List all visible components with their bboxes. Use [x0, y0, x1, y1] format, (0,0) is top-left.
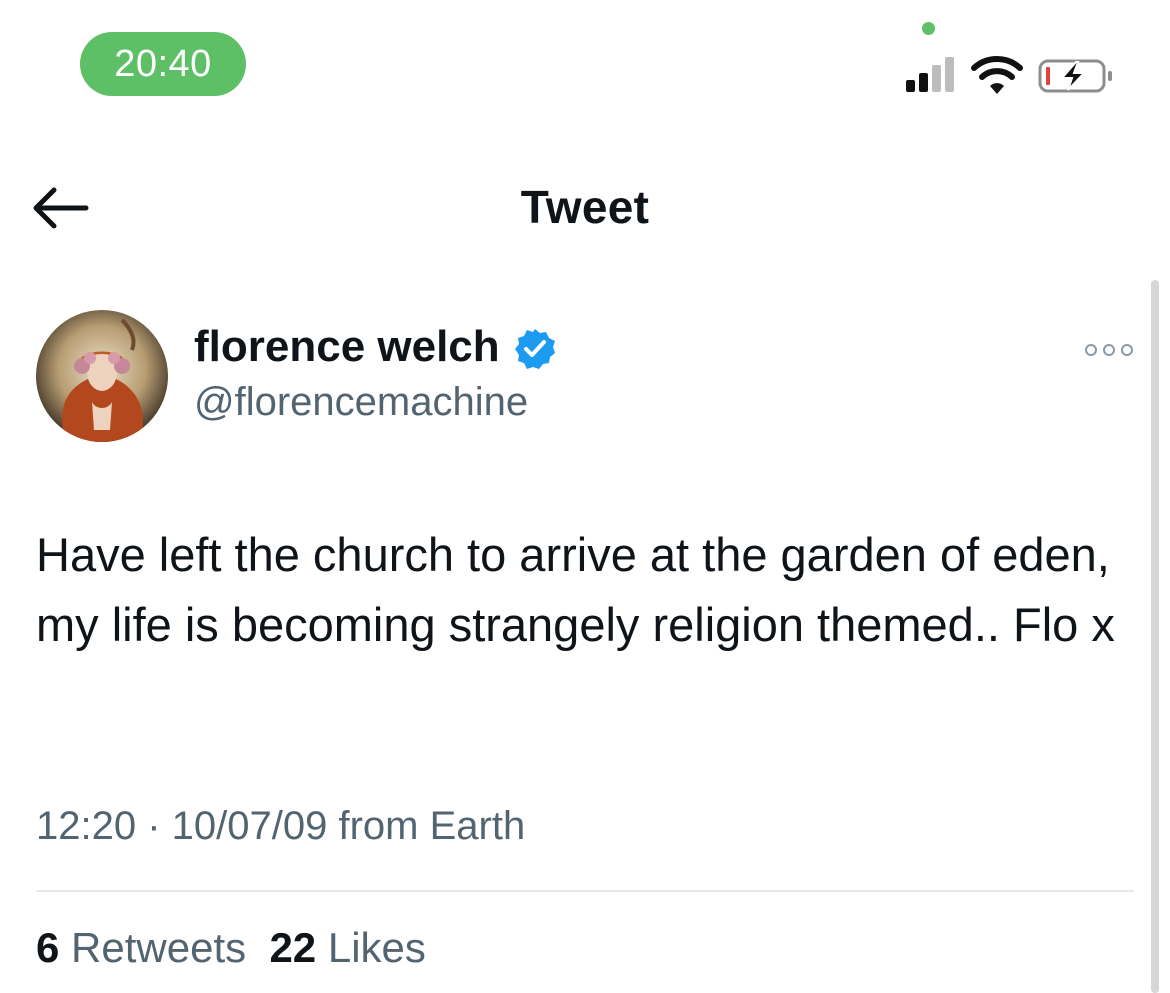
- signal-icon: [906, 57, 954, 92]
- meta-separator: ·: [136, 804, 172, 848]
- likes-label: Likes: [327, 924, 426, 971]
- privacy-indicator-icon: [922, 22, 935, 35]
- more-horizontal-icon[interactable]: [1084, 340, 1134, 360]
- verified-badge-icon: [515, 329, 555, 369]
- tweet-time[interactable]: 12:20: [36, 804, 136, 848]
- top-nav: Tweet: [0, 150, 1170, 260]
- divider: [36, 890, 1134, 892]
- wifi-icon: [971, 56, 1023, 94]
- tweet-date[interactable]: 10/07/09: [172, 804, 328, 848]
- avatar[interactable]: [36, 310, 168, 442]
- author-display-name[interactable]: florence welch: [194, 322, 500, 372]
- retweets-count: 6: [36, 924, 60, 971]
- scrollbar[interactable]: [1151, 280, 1159, 993]
- avatar-image: [36, 310, 168, 442]
- tweet-stats: 6 Retweets 22 Likes: [36, 924, 426, 972]
- status-time[interactable]: 20:40: [80, 32, 246, 96]
- status-bar: 20:40: [0, 0, 1170, 110]
- likes-stat[interactable]: 22 Likes: [269, 924, 425, 971]
- retweets-label: Retweets: [71, 924, 247, 971]
- author-handle[interactable]: @florencemachine: [194, 380, 528, 425]
- likes-count: 22: [269, 924, 317, 971]
- page-title: Tweet: [520, 181, 650, 233]
- retweets-stat[interactable]: 6 Retweets: [36, 924, 246, 971]
- tweet-metadata: 12:20 · 10/07/09 from Earth: [36, 804, 525, 849]
- battery-charging-icon: [1038, 59, 1112, 93]
- tweet-text: Have left the church to arrive at the ga…: [36, 528, 1115, 651]
- tweet-source: from Earth: [327, 804, 526, 848]
